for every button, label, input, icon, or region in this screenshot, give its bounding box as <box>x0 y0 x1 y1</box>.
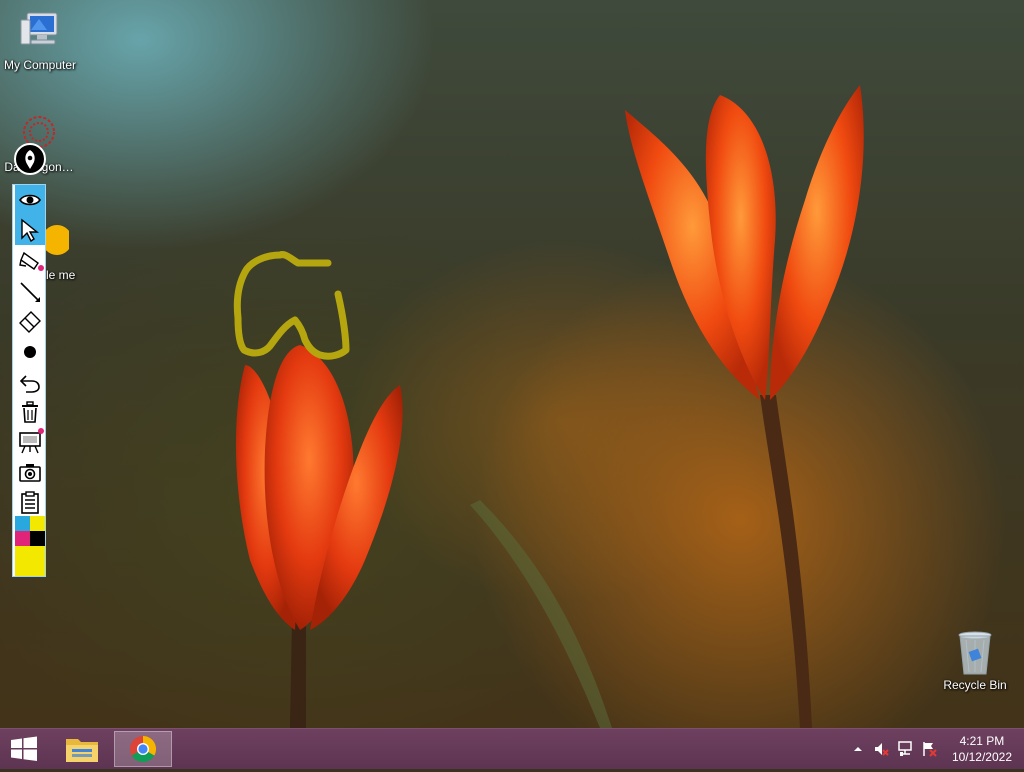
desktop-icon-label: My Computer <box>3 58 77 72</box>
color-palette <box>15 516 45 576</box>
cursor-tool-button[interactable] <box>15 215 45 245</box>
color-swatch-black[interactable] <box>30 531 45 546</box>
flag-icon[interactable] <box>921 741 937 757</box>
line-icon <box>20 282 40 302</box>
whiteboard-icon <box>19 432 41 454</box>
clipboard-icon <box>21 491 39 514</box>
undo-button[interactable] <box>15 367 45 397</box>
eye-icon <box>19 194 41 206</box>
eraser-tool-button[interactable] <box>15 307 45 337</box>
clock-date: 10/12/2022 <box>951 750 1012 764</box>
chevron-up-icon[interactable] <box>850 741 866 757</box>
recycle-bin-icon <box>952 630 998 676</box>
highlighter-tool-button[interactable] <box>15 246 45 276</box>
submenu-indicator <box>38 428 44 434</box>
dot-tool-button[interactable] <box>15 337 45 367</box>
network-icon[interactable] <box>897 741 913 757</box>
desktop-icon-label: Recycle Bin <box>943 678 1007 692</box>
clear-button[interactable] <box>15 397 45 427</box>
taskbar: 4:21 PM 10/12/2022 <box>0 728 1024 769</box>
whiteboard-button[interactable] <box>15 427 45 457</box>
screenshot-button[interactable] <box>15 457 45 487</box>
eye-tool-button[interactable] <box>15 185 45 215</box>
desktop[interactable]: My Computer Da… agon… le me Recy <box>0 0 1024 728</box>
clipboard-button[interactable] <box>15 487 45 517</box>
file-explorer-icon <box>66 739 98 762</box>
computer-icon <box>17 10 63 56</box>
desktop-icon-label: le me <box>46 268 76 282</box>
annotation-toolbar <box>12 184 46 577</box>
cursor-icon <box>21 218 39 242</box>
desktop-icon-recycle-bin[interactable]: Recycle Bin <box>935 630 1015 692</box>
color-swatch-blue[interactable] <box>15 516 30 531</box>
color-swatch-magenta[interactable] <box>15 531 30 546</box>
selected-color-preview[interactable] <box>15 546 45 576</box>
start-button[interactable] <box>0 731 48 767</box>
desktop-icon-my-computer[interactable]: My Computer <box>0 10 80 72</box>
camera-icon <box>19 464 41 482</box>
chrome-icon <box>130 735 157 763</box>
dot-icon <box>24 346 36 358</box>
volume-muted-icon[interactable] <box>873 741 889 757</box>
clock[interactable]: 4:21 PM 10/12/2022 <box>952 733 1012 765</box>
chrome-taskbar-button[interactable] <box>114 731 172 767</box>
submenu-indicator <box>38 265 44 271</box>
pen-nib-icon <box>25 150 35 169</box>
line-tool-button[interactable] <box>15 277 45 307</box>
annotation-scribble <box>233 251 350 360</box>
clock-time: 4:21 PM <box>959 734 1005 748</box>
file-explorer-button[interactable] <box>58 731 106 767</box>
color-swatch-yellow[interactable] <box>30 516 45 531</box>
pen-tool-badge[interactable] <box>14 143 46 175</box>
eraser-icon <box>19 311 41 333</box>
windows-logo-icon <box>11 736 37 761</box>
undo-icon <box>19 375 40 393</box>
trash-icon <box>22 401 38 423</box>
